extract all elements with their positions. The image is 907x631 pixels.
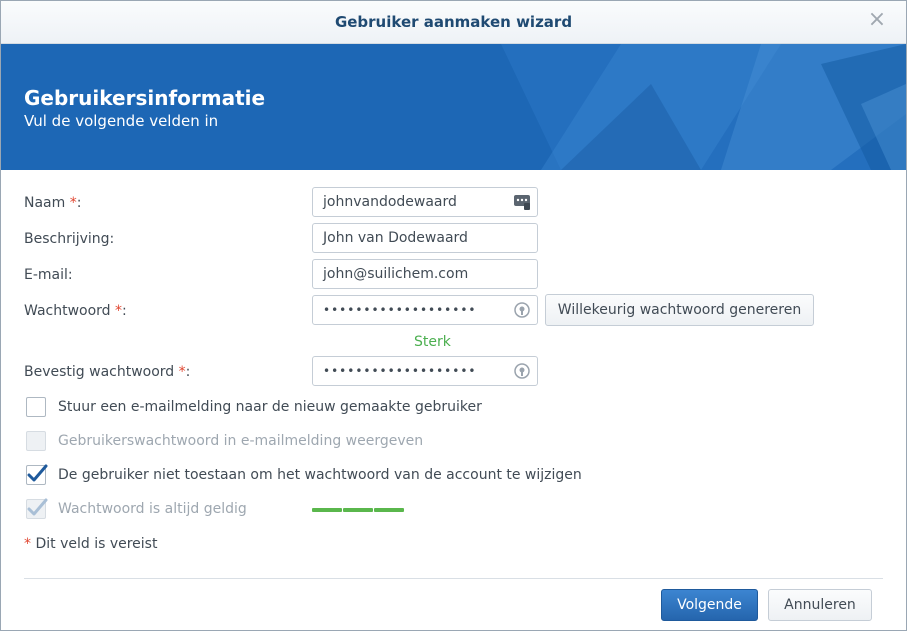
show-password-icon[interactable] [513, 362, 531, 380]
banner-title: Gebruikersinformatie [24, 86, 266, 110]
checkmark-icon [27, 498, 48, 516]
header-banner: Gebruikersinformatie Vul de volgende vel… [1, 44, 906, 170]
name-label: Naam *: [24, 195, 82, 211]
description-field[interactable]: John van Dodewaard [312, 223, 538, 253]
checkmark-icon [27, 464, 48, 482]
window-title: Gebruiker aanmaken wizard [334, 13, 573, 31]
required-mark: * [24, 536, 31, 552]
user-card-icon[interactable] [513, 193, 531, 211]
disallow-password-change-label[interactable]: De gebruiker niet toestaan om het wachtw… [58, 467, 582, 483]
show-password-in-email-checkbox [26, 431, 46, 451]
password-always-valid-label: Wachtwoord is altijd geldig [58, 501, 247, 517]
next-button[interactable]: Volgende [661, 589, 758, 621]
email-field-value: john@suilichem.com [323, 266, 469, 282]
name-field[interactable]: johnvandodewaard [312, 187, 538, 217]
banner-subtitle: Vul de volgende velden in [24, 112, 219, 130]
email-label: E-mail: [24, 267, 73, 283]
description-field-value: John van Dodewaard [323, 230, 468, 246]
password-field[interactable]: ••••••••••••••••••• [312, 295, 538, 325]
close-icon[interactable]: × [866, 9, 888, 31]
confirm-password-field[interactable]: ••••••••••••••••••• [312, 356, 538, 386]
confirm-password-label-text: Bevestig wachtwoord [24, 364, 175, 380]
disallow-password-change-checkbox[interactable] [26, 464, 48, 485]
title-bar: Gebruiker aanmaken wizard × [1, 1, 906, 44]
password-label: Wachtwoord *: [24, 303, 127, 319]
password-strength-label: Sterk [414, 334, 451, 350]
footer-divider [24, 578, 883, 579]
password-field-value: ••••••••••••••••••• [323, 303, 477, 317]
show-password-icon[interactable] [513, 301, 531, 319]
cancel-button[interactable]: Annuleren [768, 589, 872, 621]
required-mark: * [115, 303, 123, 319]
name-field-value: johnvandodewaard [323, 194, 457, 210]
password-always-valid-checkbox [26, 498, 48, 519]
required-field-note-text: Dit veld is vereist [35, 536, 158, 552]
generate-password-button[interactable]: Willekeurig wachtwoord genereren [545, 294, 814, 326]
required-mark: * [69, 195, 77, 211]
strength-segment-3 [374, 508, 404, 512]
required-mark: * [178, 364, 186, 380]
create-user-wizard-dialog: Gebruiker aanmaken wizard × Gebruikersin… [0, 0, 907, 631]
required-field-note: * Dit veld is vereist [24, 536, 157, 552]
confirm-password-label: Bevestig wachtwoord *: [24, 364, 191, 380]
name-label-text: Naam [24, 195, 66, 211]
description-label: Beschrijving: [24, 231, 115, 247]
send-email-checkbox[interactable] [26, 397, 46, 417]
show-password-in-email-label: Gebruikerswachtwoord in e-mailmelding we… [58, 433, 424, 449]
password-label-text: Wachtwoord [24, 303, 111, 319]
strength-segment-1 [312, 508, 342, 512]
confirm-password-field-value: ••••••••••••••••••• [323, 364, 477, 378]
send-email-label[interactable]: Stuur een e-mailmelding naar de nieuw ge… [58, 399, 482, 415]
email-field[interactable]: john@suilichem.com [312, 259, 538, 289]
strength-segment-2 [343, 508, 373, 512]
